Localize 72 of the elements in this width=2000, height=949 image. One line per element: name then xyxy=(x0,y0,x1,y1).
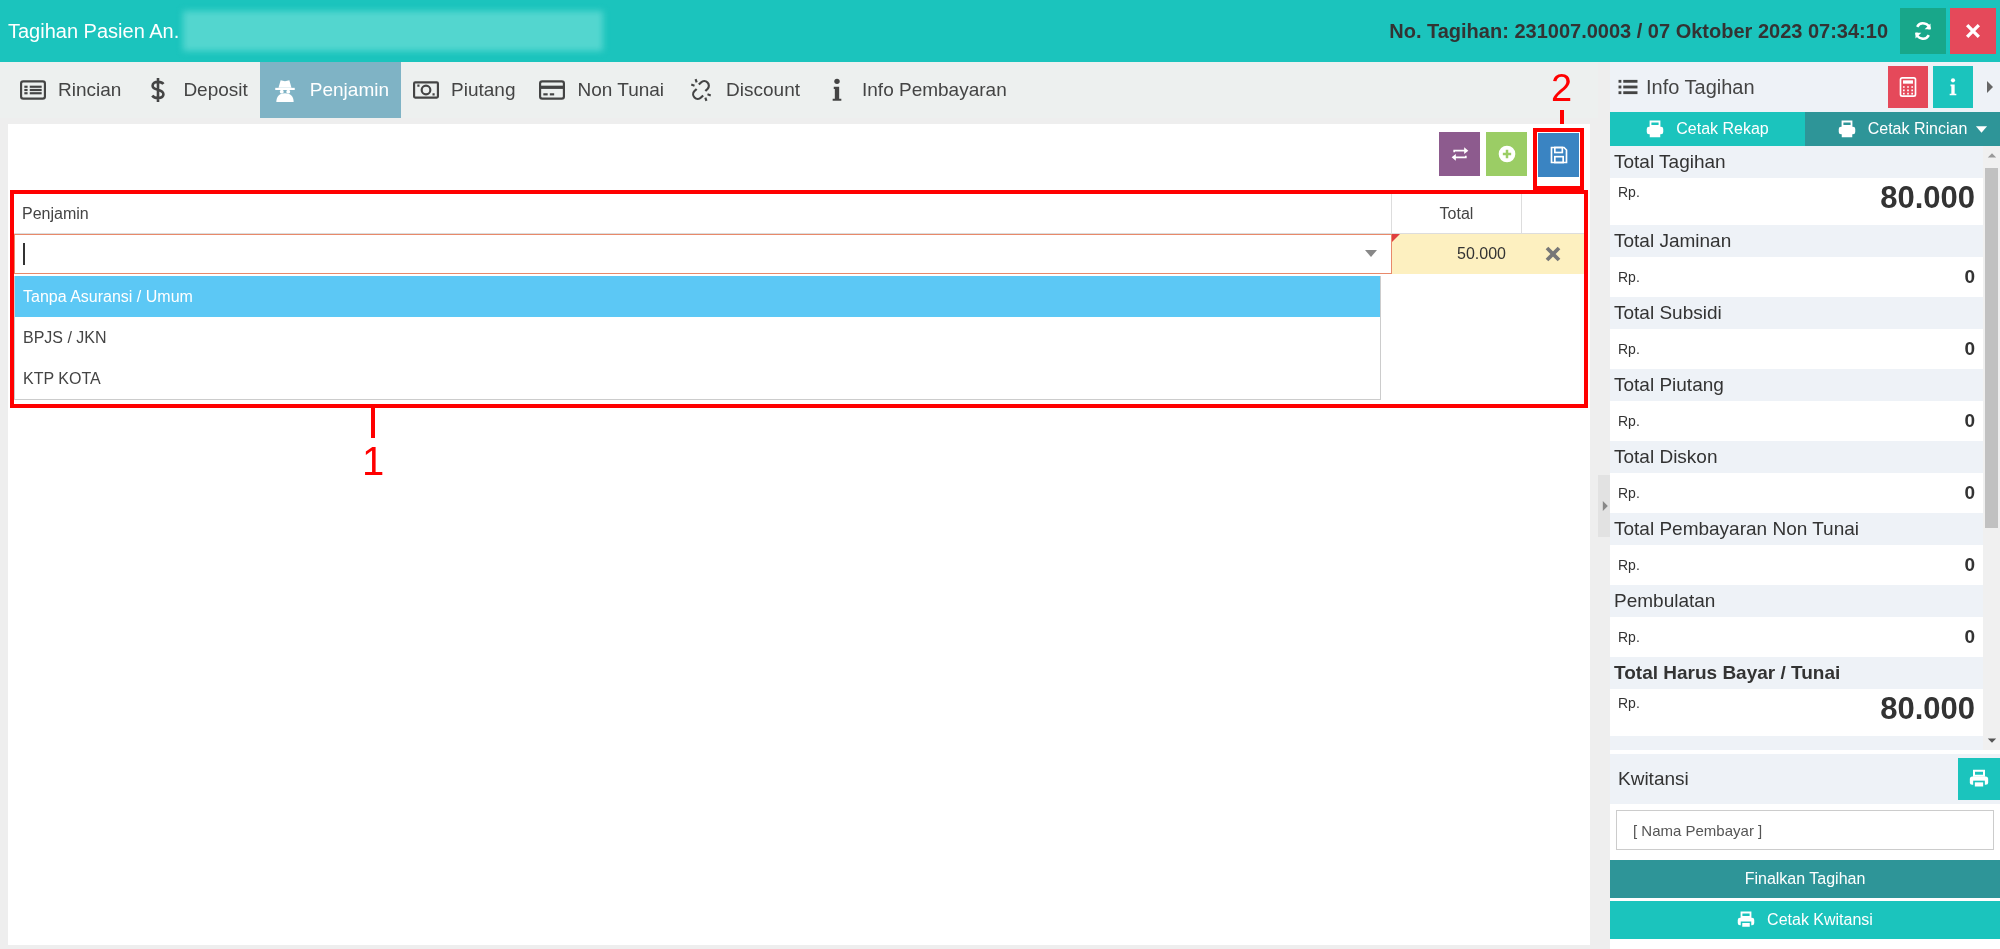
printer-icon xyxy=(1837,120,1856,138)
add-button[interactable] xyxy=(1486,132,1527,176)
column-header: Penjamin xyxy=(14,194,1392,233)
currency-label: Rp. xyxy=(1618,339,1640,359)
currency-label: Rp. xyxy=(1618,411,1640,431)
scrollbar[interactable] xyxy=(1983,146,2000,750)
print-button[interactable]: Cetak Rincian xyxy=(1805,112,2000,146)
summary-label: Total Harus Bayar / Tunai xyxy=(1610,657,1983,689)
caret-right-icon xyxy=(1985,81,1993,93)
currency-label: Rp. xyxy=(1618,183,1640,202)
bill-number: No. Tagihan: 231007.0003 / 07 Oktober 2023 07:34:10 xyxy=(1389,19,1889,44)
close-button[interactable] xyxy=(1950,8,1996,54)
table-cell: 50.000 xyxy=(1392,234,1522,274)
panel-title: Info Tagihan xyxy=(1646,75,1755,100)
currency-label: Rp. xyxy=(1618,267,1640,287)
amount-value: 0 xyxy=(1964,264,1975,289)
column-header: Total xyxy=(1392,194,1522,233)
plus-circle-icon xyxy=(1496,144,1517,164)
close-icon xyxy=(1963,21,1983,41)
amount-value: 0 xyxy=(1964,552,1975,577)
amount-value: 80.000 xyxy=(1880,178,1975,217)
dropdown-option[interactable]: BPJS / JKN xyxy=(15,317,1380,358)
tab[interactable]: Piutang xyxy=(401,62,528,118)
print-button[interactable] xyxy=(1958,758,2000,800)
summary-label: Total Pembayaran Non Tunai xyxy=(1610,513,1983,545)
currency-label: Rp. xyxy=(1618,627,1640,647)
summary-label: Total Piutang xyxy=(1610,369,1983,401)
collapse-handle[interactable] xyxy=(1598,474,1610,537)
tab[interactable]: Info Pembayaran xyxy=(812,62,1019,118)
refresh-icon xyxy=(1913,21,1933,41)
calculator-button[interactable] xyxy=(1888,66,1928,108)
amount-value: 0 xyxy=(1964,408,1975,433)
amount-value: 80.000 xyxy=(1880,689,1975,728)
dropdown-option[interactable]: KTP KOTA xyxy=(15,358,1380,399)
summary-label: Total Tagihan xyxy=(1610,146,1983,178)
amount-value: 0 xyxy=(1964,624,1975,649)
currency-label: Rp. xyxy=(1618,483,1640,503)
finalize-button[interactable]: Finalkan Tagihan xyxy=(1610,860,2000,898)
caret-right-icon xyxy=(1600,500,1608,511)
close-icon xyxy=(1544,245,1562,263)
summary-label: Total Jaminan xyxy=(1610,225,1983,257)
section-title: Kwitansi xyxy=(1618,766,1689,791)
refresh-button[interactable] xyxy=(1900,8,1946,54)
printer-icon xyxy=(1737,911,1756,929)
currency-label: Rp. xyxy=(1618,555,1640,575)
save-button[interactable] xyxy=(1538,133,1579,177)
annotation-number: 2 xyxy=(1551,66,1573,110)
amount-value: 0 xyxy=(1964,480,1975,505)
annotation-number: 1 xyxy=(362,438,385,484)
list-icon xyxy=(1618,78,1638,96)
text-cursor xyxy=(23,243,25,265)
payer-name-field[interactable]: [ Nama Pembayar ] xyxy=(1616,810,1994,850)
list-icon xyxy=(20,77,46,103)
printer-icon xyxy=(1646,120,1665,138)
tab[interactable]: Discount xyxy=(676,62,812,118)
caret-down-icon xyxy=(1975,124,1988,134)
tab[interactable]: Rincian xyxy=(8,62,134,118)
summary-label: Total Subsidi xyxy=(1610,297,1983,329)
guarantor-dropdown-field[interactable] xyxy=(14,234,1392,274)
summary-label: Total Diskon xyxy=(1610,441,1983,473)
calculator-icon xyxy=(1898,77,1918,97)
credit-card-icon xyxy=(539,77,566,103)
tab[interactable]: Deposit xyxy=(133,62,260,118)
changed-marker xyxy=(1392,234,1400,242)
summary-label: Pembulatan xyxy=(1610,585,1983,617)
swap-button[interactable] xyxy=(1439,132,1480,176)
window-title: Tagihan Pasien An. xyxy=(7,19,180,44)
printer-icon xyxy=(1969,769,1989,789)
amount-value: 0 xyxy=(1964,336,1975,361)
currency-label: Rp. xyxy=(1618,694,1640,713)
tab[interactable]: Non Tunai xyxy=(527,62,677,118)
info-button[interactable] xyxy=(1933,66,1973,108)
